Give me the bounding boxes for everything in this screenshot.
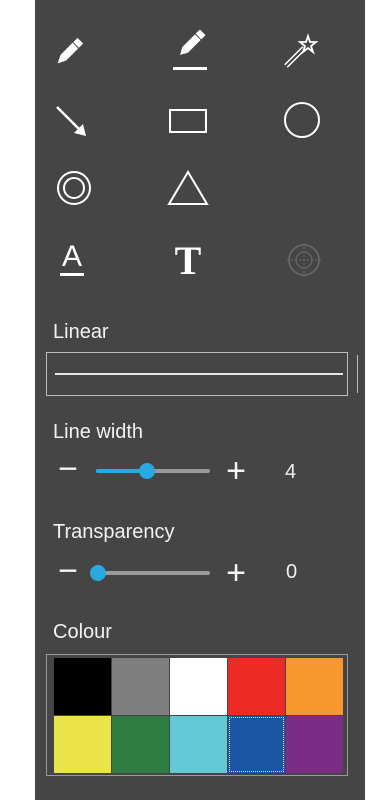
concentric-circles-icon: [57, 171, 91, 205]
transparency-thumb[interactable]: [90, 565, 106, 581]
arrow-tool[interactable]: [44, 94, 100, 150]
pencil-tool[interactable]: [41, 24, 97, 80]
chevron-down-icon[interactable]: [360, 353, 382, 397]
colour-swatch[interactable]: [170, 658, 227, 715]
magic-wand-icon: [284, 33, 319, 68]
circle-tool[interactable]: [274, 92, 330, 148]
highlighter-pencil-icon: [173, 29, 207, 70]
solid-line-preview: [55, 373, 343, 375]
transparency-slider[interactable]: [90, 565, 210, 581]
line-style-select[interactable]: [46, 352, 382, 396]
rectangle-tool[interactable]: [160, 93, 216, 149]
crosshair-icon: [287, 243, 321, 277]
text-tool[interactable]: T: [160, 230, 216, 286]
line-width-label: Line width: [53, 421, 144, 443]
colour-swatch[interactable]: [112, 658, 169, 715]
concentric-circle-tool[interactable]: [46, 160, 102, 216]
colour-palette: [46, 654, 348, 776]
colour-label: Colour: [53, 621, 112, 643]
select-divider: [357, 355, 358, 393]
line-width-value: 4: [285, 461, 297, 483]
svg-text:A: A: [62, 240, 82, 273]
colour-swatch[interactable]: [112, 716, 169, 773]
svg-text:T: T: [175, 238, 202, 280]
crosshair-tool: [276, 232, 332, 288]
colour-swatch[interactable]: [170, 716, 227, 773]
colour-swatch[interactable]: [54, 716, 111, 773]
text-underline-icon: A: [60, 240, 84, 276]
triangle-tool[interactable]: [160, 160, 216, 216]
line-width-slider[interactable]: [96, 463, 210, 479]
circle-icon: [284, 102, 320, 138]
colour-swatch[interactable]: [286, 716, 343, 773]
transparency-label: Transparency: [53, 521, 175, 543]
arrow-icon: [56, 106, 86, 136]
highlighter-tool[interactable]: [162, 22, 218, 78]
rectangle-icon: [169, 109, 207, 133]
colour-swatch[interactable]: [54, 658, 111, 715]
colour-swatch[interactable]: [228, 716, 285, 773]
colour-swatch[interactable]: [286, 658, 343, 715]
magic-wand-tool[interactable]: [272, 24, 328, 80]
triangle-icon: [167, 170, 209, 205]
line-width-decrease-button[interactable]: −: [53, 452, 83, 486]
line-width-increase-button[interactable]: +: [221, 454, 251, 488]
text-underline-tool[interactable]: A: [44, 230, 100, 286]
transparency-value: 0: [286, 561, 298, 583]
text-T-icon: T: [175, 238, 202, 280]
line-style-label: Linear: [53, 321, 109, 343]
transparency-decrease-button[interactable]: −: [53, 554, 83, 588]
transparency-increase-button[interactable]: +: [221, 556, 251, 590]
pencil-icon: [57, 37, 84, 64]
colour-swatch[interactable]: [228, 658, 285, 715]
